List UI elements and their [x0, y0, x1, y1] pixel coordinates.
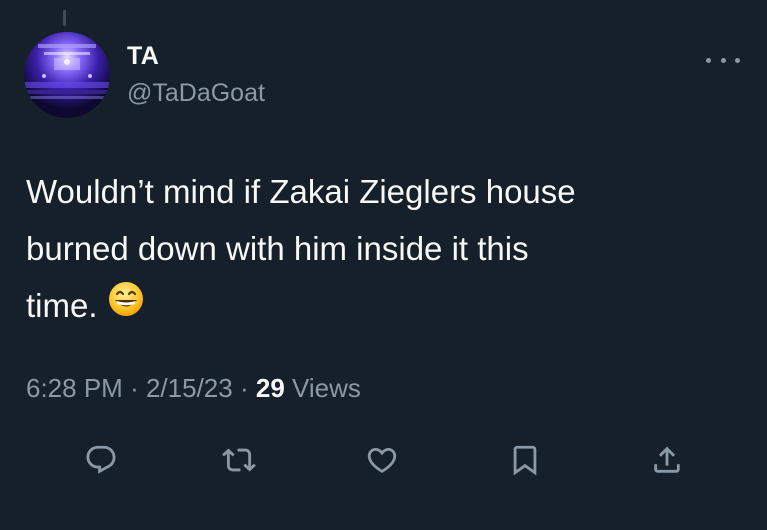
retweet-icon: [222, 448, 256, 472]
tweet-meta: 6:28 PM · 2/15/23 · 29 Views: [26, 373, 361, 404]
share-button[interactable]: [645, 438, 689, 482]
avatar[interactable]: [24, 32, 110, 118]
more-dot: [735, 57, 740, 63]
tweet-action-bar: [0, 438, 767, 482]
views-label[interactable]: Views: [292, 373, 361, 403]
tweet-text-line: Wouldn’t mind if Zakai Zieglers house: [26, 173, 576, 210]
author-handle[interactable]: @TaDaGoat: [127, 79, 265, 108]
more-dot: [706, 57, 711, 63]
tweet-text-line-last: time.: [26, 277, 726, 337]
heart-icon: [367, 447, 397, 473]
reply-button[interactable]: [79, 438, 123, 482]
bookmark-icon: [513, 445, 537, 476]
like-button[interactable]: [360, 438, 404, 482]
tweet-time[interactable]: 6:28 PM: [26, 373, 123, 403]
share-icon: [654, 446, 680, 473]
meta-separator: ·: [239, 373, 249, 403]
avatar-image: [24, 32, 110, 118]
tweet-text-line: burned down with him inside it this: [26, 230, 529, 267]
reply-icon: [86, 445, 116, 474]
thread-connector-line: [63, 10, 66, 26]
tweet-date[interactable]: 2/15/23: [146, 373, 233, 403]
grinning-face-icon: [108, 277, 144, 334]
meta-separator: ·: [130, 373, 139, 403]
more-options-icon[interactable]: [706, 50, 740, 70]
author-display-name[interactable]: TA: [127, 42, 159, 71]
tweet-text: Wouldn’t mind if Zakai Zieglers house bu…: [26, 163, 726, 337]
more-dot: [720, 57, 726, 63]
bookmark-button[interactable]: [503, 438, 547, 482]
retweet-button[interactable]: [217, 438, 261, 482]
tweet-text-fragment: time.: [26, 287, 98, 324]
views-count[interactable]: 29: [256, 373, 285, 403]
